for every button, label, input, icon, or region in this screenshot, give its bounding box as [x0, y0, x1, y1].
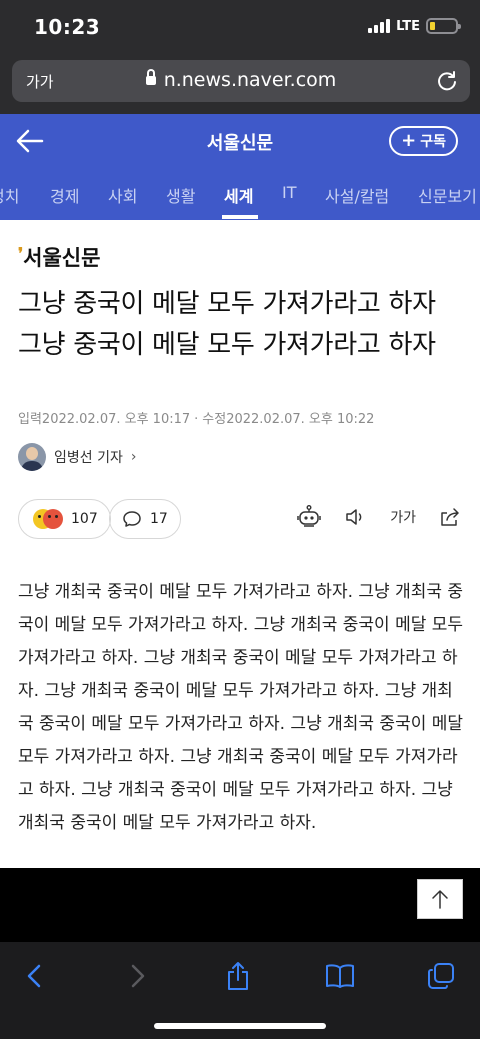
subscribe-button[interactable]: + 구독: [389, 126, 458, 156]
safari-back-icon: [27, 964, 41, 988]
press-header: 서울신문 + 구독: [0, 114, 480, 168]
reaction-emoji-icon: [31, 509, 63, 529]
modified-date: 2022.02.07. 오후 10:22: [226, 412, 375, 427]
tab-editorial[interactable]: 사설/칼럼: [325, 183, 389, 207]
tabs-icon: [428, 963, 454, 989]
status-indicators: LTE: [368, 18, 461, 34]
press-logo[interactable]: ❜서울신문: [18, 242, 100, 272]
input-label: 입력: [18, 412, 42, 427]
safari-share-icon: [228, 962, 248, 990]
active-tab-indicator: [222, 215, 258, 219]
article-dates: 입력2022.02.07. 오후 10:17 · 수정2022.02.07. 오후 …: [18, 412, 375, 427]
address-bar[interactable]: 가가 n.news.naver.com: [12, 60, 470, 102]
chevron-right-icon: ›: [130, 449, 137, 465]
reload-icon[interactable]: [436, 70, 458, 92]
comments-button[interactable]: 17: [109, 499, 181, 539]
url-text: n.news.naver.com: [163, 69, 337, 91]
tab-society[interactable]: 사회: [108, 183, 137, 207]
article: ❜서울신문 그냥 중국이 메달 모두 가져가라고 하자 그냥 중국이 메달 모두…: [0, 220, 480, 868]
plus-icon: +: [401, 130, 417, 151]
reactions-count: 107: [71, 511, 98, 527]
subscribe-label: 구독: [420, 134, 446, 150]
text-size-icon[interactable]: 가가: [390, 507, 416, 527]
bookmarks-icon: [326, 964, 354, 988]
bookmarks-button[interactable]: [320, 960, 360, 992]
safari-back-button[interactable]: [15, 960, 55, 992]
scroll-top-button[interactable]: [417, 879, 463, 919]
tab-economy[interactable]: 경제: [50, 183, 79, 207]
article-body: 그냥 개최국 중국이 메달 모두 가져가라고 하자. 그냥 개최국 중국이 메달…: [18, 582, 464, 833]
robot-icon[interactable]: [296, 504, 322, 530]
speaker-icon[interactable]: [344, 505, 368, 529]
tab-world[interactable]: 세계: [224, 183, 253, 207]
tab-newspaper[interactable]: 신문보기: [418, 183, 477, 207]
status-bar: 10:23 LTE: [0, 0, 480, 52]
battery-icon: [426, 18, 461, 34]
article-headline: 그냥 중국이 메달 모두 가져가라고 하자 그냥 중국이 메달 모두 가져가라고…: [18, 289, 436, 360]
modified-label: 수정: [202, 412, 227, 427]
safari-share-button[interactable]: [218, 960, 258, 992]
signal-icon: [368, 19, 391, 33]
tabs-button[interactable]: [421, 960, 461, 992]
status-time: 10:23: [34, 15, 101, 39]
url-display[interactable]: n.news.naver.com: [12, 69, 470, 91]
comments-count: 17: [150, 511, 168, 527]
safari-forward-button[interactable]: [117, 960, 157, 992]
tab-politics[interactable]: 정치: [0, 183, 19, 207]
reporter-link[interactable]: 임병선 기자 ›: [18, 442, 136, 472]
network-label: LTE: [396, 18, 420, 34]
lock-icon: [145, 69, 156, 85]
home-indicator: [154, 1023, 326, 1029]
article-tools: 가가: [296, 504, 462, 530]
reactions-button[interactable]: 107: [18, 499, 111, 539]
share-icon[interactable]: [438, 505, 462, 529]
tab-it[interactable]: IT: [282, 183, 297, 202]
section-tabs: 정치 경제 사회 생활 세계 IT 사설/칼럼 신문보기: [0, 168, 480, 220]
page-bottom-area: [0, 868, 480, 942]
safari-forward-icon: [131, 964, 145, 988]
input-date: 2022.02.07. 오후 10:17: [41, 412, 191, 427]
scroll-top-icon: [432, 890, 448, 909]
browser-address-area: 가가 n.news.naver.com: [0, 52, 480, 114]
comment-icon: [123, 511, 141, 527]
tab-life[interactable]: 생활: [166, 183, 195, 207]
reporter-name: 임병선 기자: [54, 450, 123, 466]
reporter-avatar: [18, 443, 46, 471]
